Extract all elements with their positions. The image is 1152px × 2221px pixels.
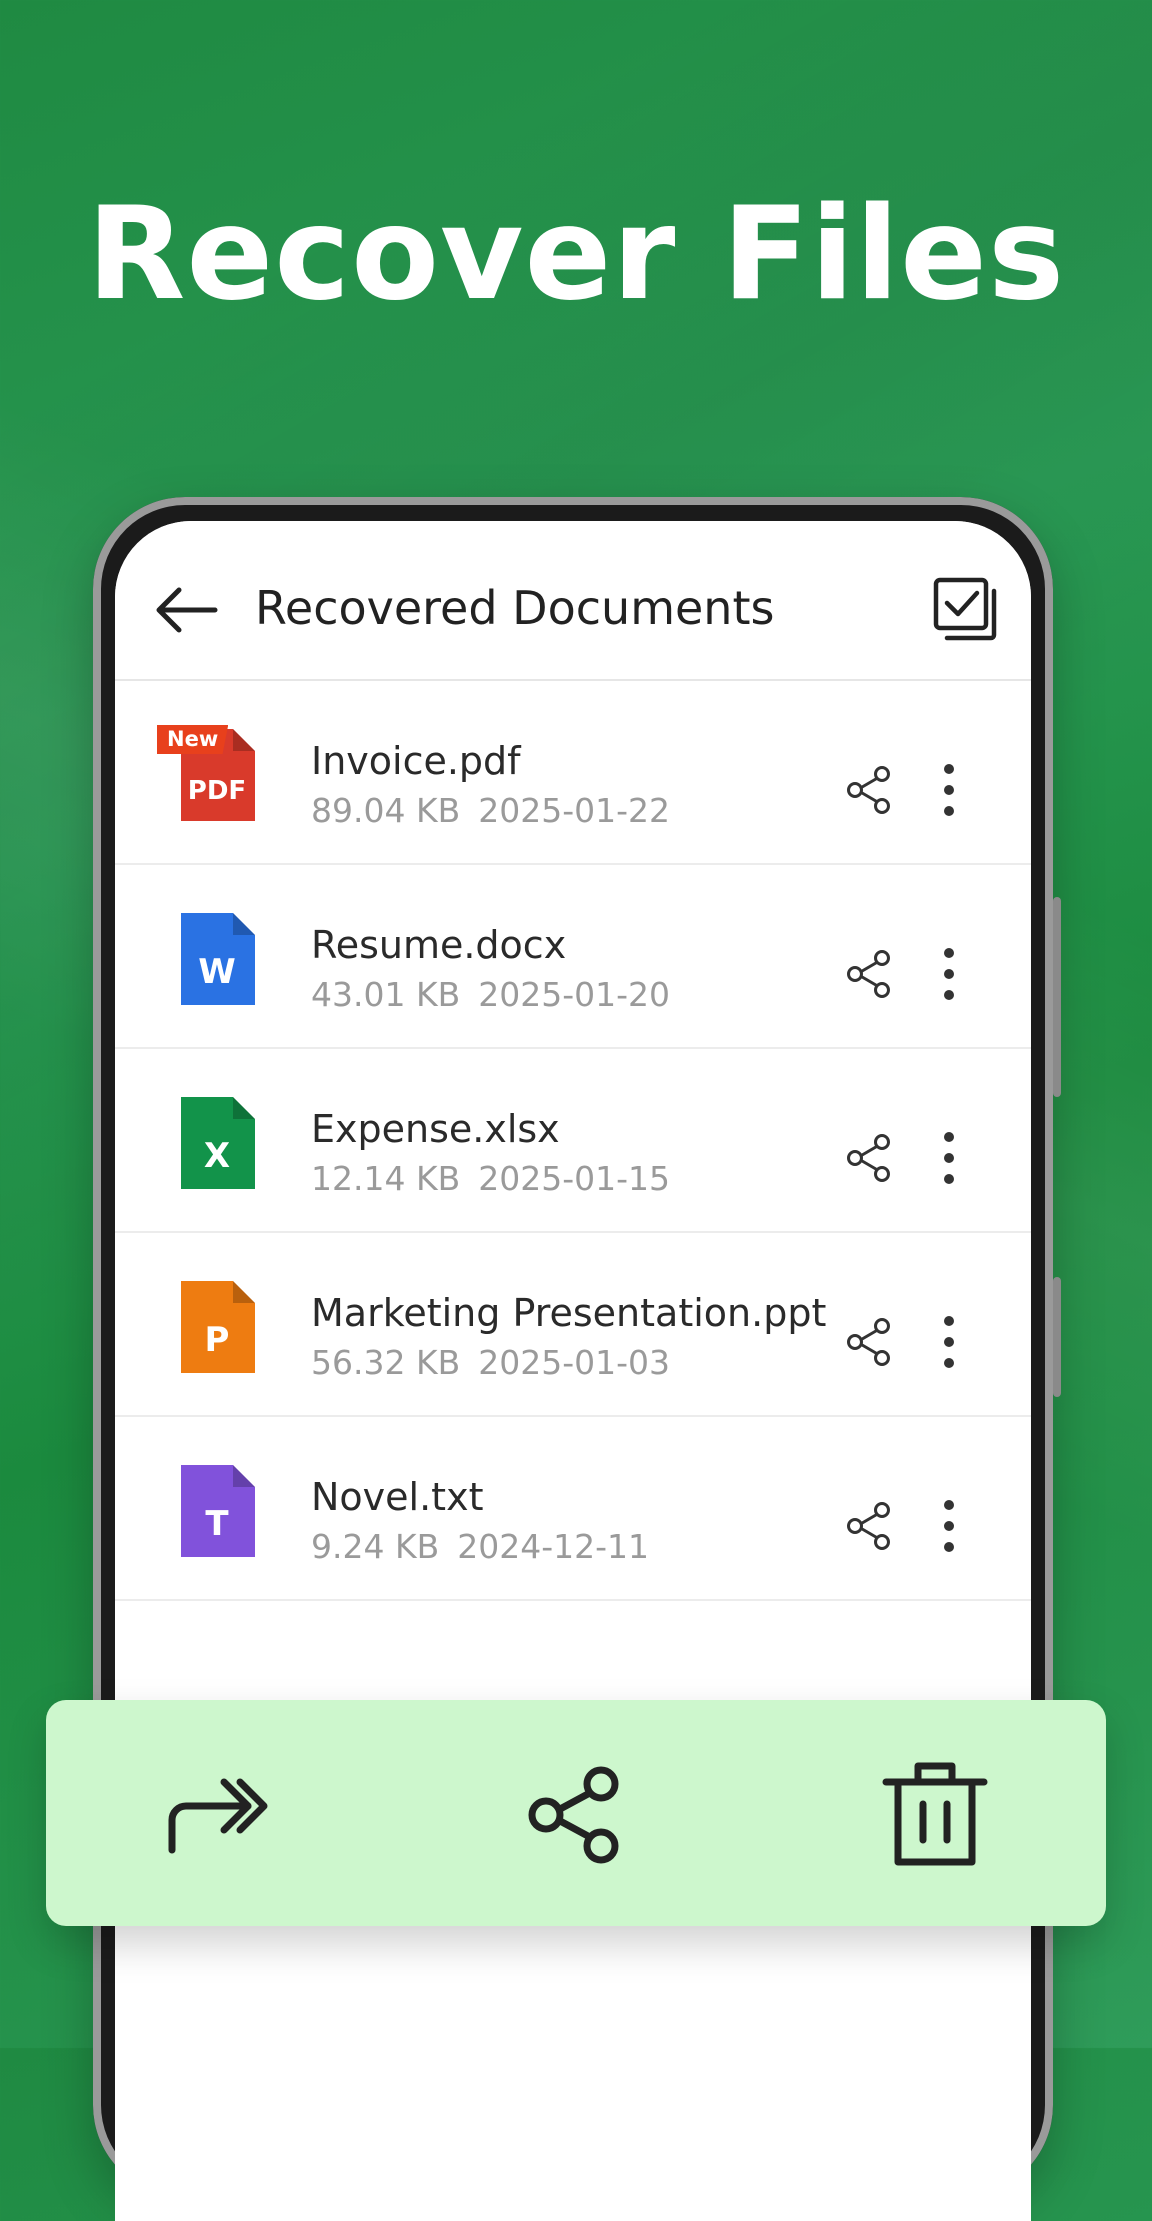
- recover-button[interactable]: [160, 1758, 270, 1868]
- more-options-button[interactable]: [937, 1315, 961, 1369]
- file-size: 89.04 KB: [311, 791, 461, 830]
- file-row[interactable]: PDF New Invoice.pdf 89.04 KB 2025-01-22: [115, 681, 1031, 865]
- file-size: 43.01 KB: [311, 975, 461, 1014]
- file-date: 2025-01-15: [478, 1159, 671, 1198]
- share-button[interactable]: [845, 765, 893, 815]
- file-row[interactable]: W Resume.docx 43.01 KB 2025-01-20: [115, 865, 1031, 1049]
- select-all-button[interactable]: [933, 577, 997, 641]
- back-button[interactable]: [153, 585, 219, 635]
- app-screen: Recovered Documents PDF New Invoice.pdf: [115, 521, 1031, 2221]
- more-vertical-icon: [944, 1316, 954, 1368]
- move-forward-icon: [168, 1778, 268, 1854]
- trash-icon: [882, 1762, 988, 1866]
- file-name: Invoice.pdf: [311, 739, 521, 783]
- file-meta: 89.04 KB 2025-01-22: [311, 791, 670, 830]
- file-row[interactable]: T Novel.txt 9.24 KB 2024-12-11: [115, 1417, 1031, 1601]
- file-row[interactable]: P Marketing Presentation.ppt 56.32 KB 202…: [115, 1233, 1031, 1417]
- file-size: 9.24 KB: [311, 1527, 440, 1566]
- file-name: Expense.xlsx: [311, 1107, 560, 1151]
- file-list: PDF New Invoice.pdf 89.04 KB 2025-01-22: [115, 681, 1031, 1601]
- file-meta: 43.01 KB 2025-01-20: [311, 975, 670, 1014]
- excel-file-icon: X: [181, 1097, 255, 1189]
- phone-side-button: [1053, 1277, 1061, 1397]
- file-meta: 56.32 KB 2025-01-03: [311, 1343, 670, 1382]
- more-vertical-icon: [944, 948, 954, 1000]
- file-type-label: W: [198, 952, 236, 992]
- file-date: 2025-01-22: [478, 791, 671, 830]
- text-file-icon: T: [181, 1465, 255, 1557]
- bottom-action-bar: [46, 1700, 1106, 1926]
- file-size: 56.32 KB: [311, 1343, 461, 1382]
- share-icon: [847, 1318, 890, 1366]
- share-button[interactable]: [845, 1501, 893, 1551]
- file-size: 12.14 KB: [311, 1159, 461, 1198]
- file-meta: 12.14 KB 2025-01-15: [311, 1159, 670, 1198]
- arrow-left-icon: [156, 587, 218, 633]
- select-all-icon: [933, 577, 997, 641]
- phone-side-button: [1053, 897, 1061, 1097]
- file-row[interactable]: X Expense.xlsx 12.14 KB 2025-01-15: [115, 1049, 1031, 1233]
- page-title: Recovered Documents: [255, 581, 775, 635]
- more-options-button[interactable]: [937, 763, 961, 817]
- file-name: Resume.docx: [311, 923, 567, 967]
- file-date: 2025-01-03: [478, 1343, 671, 1382]
- file-type-label: PDF: [188, 776, 246, 806]
- file-type-label: P: [205, 1320, 230, 1360]
- word-file-icon: W: [181, 913, 255, 1005]
- file-type-label: X: [204, 1136, 230, 1176]
- share-icon: [847, 950, 890, 998]
- file-date: 2024-12-11: [457, 1527, 650, 1566]
- more-vertical-icon: [944, 1132, 954, 1184]
- powerpoint-file-icon: P: [181, 1281, 255, 1373]
- more-vertical-icon: [944, 764, 954, 816]
- share-icon: [847, 1502, 890, 1550]
- delete-button[interactable]: [880, 1758, 990, 1868]
- share-icon: [847, 1134, 890, 1182]
- file-name: Novel.txt: [311, 1475, 484, 1519]
- more-vertical-icon: [944, 1500, 954, 1552]
- share-button[interactable]: [845, 1317, 893, 1367]
- app-bar: Recovered Documents: [115, 521, 1031, 681]
- share-button[interactable]: [845, 949, 893, 999]
- page-headline: Recover Files: [86, 180, 1066, 329]
- more-options-button[interactable]: [937, 947, 961, 1001]
- new-badge: New: [157, 725, 229, 754]
- share-icon: [847, 766, 890, 814]
- file-date: 2025-01-20: [478, 975, 671, 1014]
- share-icon: [528, 1766, 619, 1864]
- phone-frame: Recovered Documents PDF New Invoice.pdf: [93, 497, 1061, 2221]
- pdf-file-icon: PDF New: [157, 725, 255, 821]
- share-button[interactable]: [845, 1133, 893, 1183]
- file-type-label: T: [205, 1504, 229, 1544]
- file-meta: 9.24 KB 2024-12-11: [311, 1527, 649, 1566]
- more-options-button[interactable]: [937, 1499, 961, 1553]
- more-options-button[interactable]: [937, 1131, 961, 1185]
- share-all-button[interactable]: [521, 1758, 631, 1868]
- file-name: Marketing Presentation.ppt: [311, 1291, 827, 1335]
